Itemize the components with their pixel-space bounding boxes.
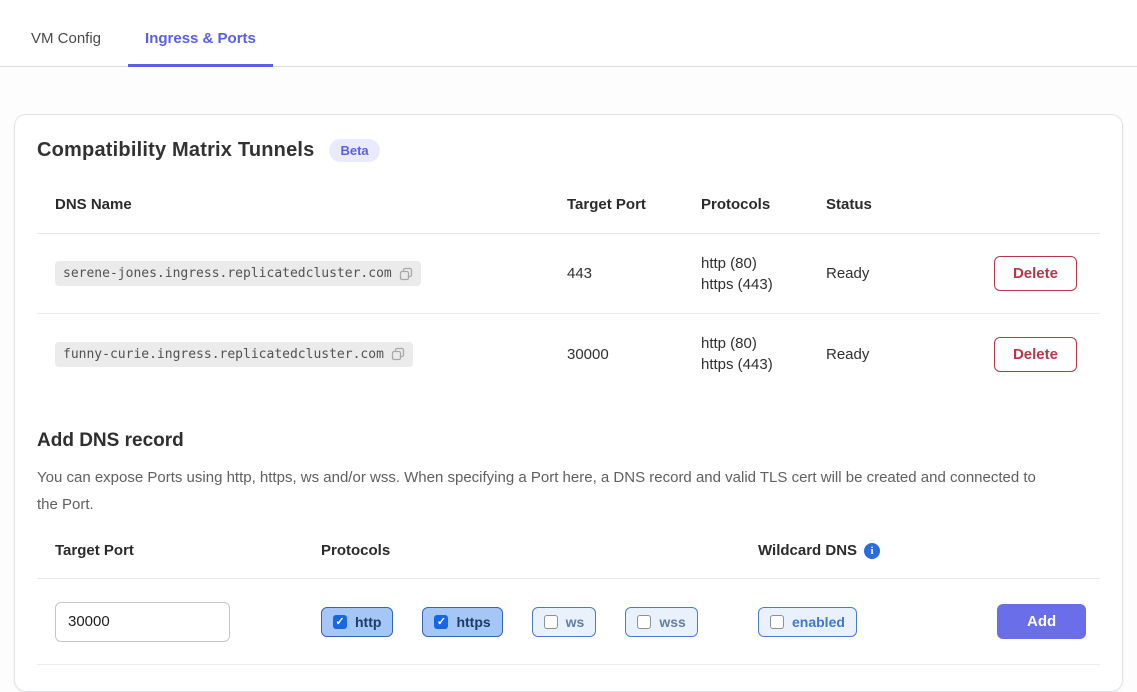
tab-vm-config[interactable]: VM Config xyxy=(14,0,118,67)
checkbox-checked-icon: ✓ xyxy=(333,615,347,629)
table-row: funny-curie.ingress.replicatedcluster.co… xyxy=(37,314,1100,394)
target-port-cell: 443 xyxy=(567,265,701,282)
protocol-checkbox-wss[interactable]: wss xyxy=(625,607,697,637)
checkbox-unchecked-icon xyxy=(637,615,651,629)
protocol-line: https (443) xyxy=(701,274,826,295)
protocol-label: ws xyxy=(566,614,585,630)
col-header-target-port: Target Port xyxy=(567,196,701,213)
col-header-protocols: Protocols xyxy=(701,196,826,213)
protocols-cell: http (80) https (443) xyxy=(701,333,826,375)
add-button[interactable]: Add xyxy=(997,604,1086,639)
target-port-cell: 30000 xyxy=(567,346,701,363)
target-port-field-cell xyxy=(55,602,321,642)
tunnels-card: Compatibility Matrix Tunnels Beta DNS Na… xyxy=(14,114,1123,692)
protocol-line: http (80) xyxy=(701,333,826,354)
actions-cell: Delete xyxy=(994,337,1100,372)
target-port-input[interactable] xyxy=(55,602,230,642)
protocol-label: http xyxy=(355,614,381,630)
add-dns-description: You can expose Ports using http, https, … xyxy=(37,464,1057,518)
card-title-row: Compatibility Matrix Tunnels Beta xyxy=(37,139,1100,162)
actions-cell: Delete xyxy=(994,256,1100,291)
checkbox-checked-icon: ✓ xyxy=(434,615,448,629)
add-dns-heading: Add DNS record xyxy=(37,430,1100,452)
dns-name-text: funny-curie.ingress.replicatedcluster.co… xyxy=(63,347,384,362)
delete-button[interactable]: Delete xyxy=(994,256,1077,291)
dns-name-cell: serene-jones.ingress.replicatedcluster.c… xyxy=(55,261,567,286)
protocol-checkbox-http[interactable]: ✓ http xyxy=(321,607,393,637)
beta-badge: Beta xyxy=(329,139,379,162)
tab-bar: VM Config Ingress & Ports xyxy=(0,0,1137,67)
dns-name-cell: funny-curie.ingress.replicatedcluster.co… xyxy=(55,342,567,367)
form-header-wildcard-dns: Wildcard DNS i xyxy=(758,542,997,559)
protocol-options-group: ✓ http ✓ https ws wss xyxy=(321,607,758,637)
wildcard-dns-label: Wildcard DNS xyxy=(758,542,857,559)
tab-ingress-ports[interactable]: Ingress & Ports xyxy=(128,0,273,67)
col-header-dns-name: DNS Name xyxy=(55,196,567,213)
copy-icon[interactable] xyxy=(391,347,405,361)
add-form-row: ✓ http ✓ https ws wss enabled Add xyxy=(37,579,1100,665)
protocol-checkbox-https[interactable]: ✓ https xyxy=(422,607,502,637)
form-header-protocols: Protocols xyxy=(321,542,758,559)
form-header-target-port: Target Port xyxy=(55,542,321,559)
protocol-checkbox-ws[interactable]: ws xyxy=(532,607,597,637)
copy-icon[interactable] xyxy=(399,267,413,281)
status-cell: Ready xyxy=(826,346,966,363)
protocol-line: http (80) xyxy=(701,253,826,274)
status-cell: Ready xyxy=(826,265,966,282)
checkbox-unchecked-icon xyxy=(544,615,558,629)
checkbox-unchecked-icon xyxy=(770,615,784,629)
info-icon[interactable]: i xyxy=(864,543,880,559)
add-button-cell: Add xyxy=(997,604,1109,639)
protocol-line: https (443) xyxy=(701,354,826,375)
wildcard-enabled-label: enabled xyxy=(792,614,845,630)
dns-name-chip: funny-curie.ingress.replicatedcluster.co… xyxy=(55,342,413,367)
page-title: Compatibility Matrix Tunnels xyxy=(37,139,314,162)
protocols-cell: http (80) https (443) xyxy=(701,253,826,295)
wildcard-enabled-checkbox[interactable]: enabled xyxy=(758,607,857,637)
tunnels-table: DNS Name Target Port Protocols Status se… xyxy=(37,180,1100,394)
delete-button[interactable]: Delete xyxy=(994,337,1077,372)
dns-name-text: serene-jones.ingress.replicatedcluster.c… xyxy=(63,266,392,281)
table-header-row: DNS Name Target Port Protocols Status xyxy=(37,180,1100,234)
add-form-header-row: Target Port Protocols Wildcard DNS i xyxy=(37,542,1100,579)
protocol-label: https xyxy=(456,614,490,630)
protocol-label: wss xyxy=(659,614,685,630)
table-row: serene-jones.ingress.replicatedcluster.c… xyxy=(37,234,1100,314)
wildcard-dns-cell: enabled xyxy=(758,607,997,637)
col-header-status: Status xyxy=(826,196,966,213)
dns-name-chip: serene-jones.ingress.replicatedcluster.c… xyxy=(55,261,421,286)
